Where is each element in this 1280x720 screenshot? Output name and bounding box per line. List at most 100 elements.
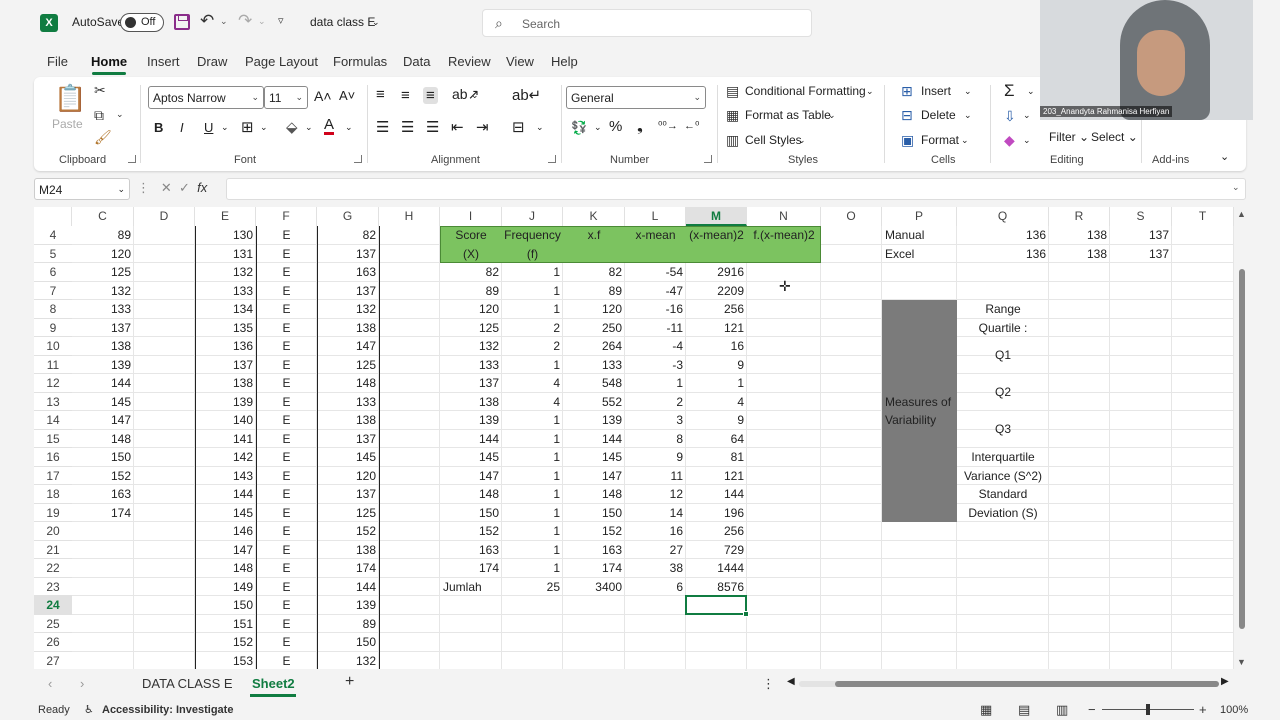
- table-cell[interactable]: 1: [625, 374, 686, 393]
- cell[interactable]: 138: [195, 374, 256, 393]
- table-cell[interactable]: 132: [440, 337, 502, 356]
- zoom-in-icon[interactable]: +: [1199, 702, 1207, 717]
- increase-indent-icon[interactable]: ⇥: [476, 118, 489, 136]
- fill-handle[interactable]: [743, 610, 749, 617]
- table-cell[interactable]: 1: [502, 430, 563, 449]
- column-header-l[interactable]: L: [625, 207, 686, 226]
- measures-item[interactable]: Variance (S^2): [957, 467, 1049, 486]
- cell-styles-button[interactable]: Cell Styles: [745, 133, 802, 147]
- scroll-left-icon[interactable]: ◀: [787, 676, 795, 687]
- cell[interactable]: 151: [195, 615, 256, 634]
- table-cell[interactable]: 9: [686, 411, 747, 430]
- table-cell[interactable]: 148: [440, 485, 502, 504]
- prev-sheet-icon[interactable]: ‹: [48, 676, 52, 691]
- cell[interactable]: 132: [72, 282, 134, 301]
- copy-icon[interactable]: ⧉: [94, 107, 104, 124]
- cell[interactable]: 125: [317, 356, 379, 375]
- font-size-select[interactable]: 11 ⌄: [264, 86, 308, 109]
- table-cell[interactable]: 144: [440, 430, 502, 449]
- table-cell[interactable]: 1: [502, 559, 563, 578]
- table-cell[interactable]: 125: [440, 319, 502, 338]
- summary-cell[interactable]: 136: [957, 226, 1049, 245]
- table-cell[interactable]: 4: [502, 374, 563, 393]
- table-cell[interactable]: -47: [625, 282, 686, 301]
- scroll-right-icon[interactable]: ▶: [1221, 676, 1229, 687]
- row-header-26[interactable]: 26: [34, 633, 72, 652]
- cell[interactable]: 142: [195, 448, 256, 467]
- cell[interactable]: 130: [195, 226, 256, 245]
- document-title-dropdown-icon[interactable]: ⌄: [372, 17, 380, 28]
- cell[interactable]: 152: [195, 633, 256, 652]
- italic-button[interactable]: I: [180, 120, 184, 135]
- next-sheet-icon[interactable]: ›: [80, 676, 84, 691]
- cell[interactable]: 143: [195, 467, 256, 486]
- measures-label[interactable]: Variability: [882, 411, 957, 430]
- cell[interactable]: E: [256, 356, 317, 375]
- header-x-mean-squared[interactable]: (x-mean)2: [686, 226, 747, 245]
- cell[interactable]: 132: [317, 652, 379, 670]
- decrease-font-icon[interactable]: A˅: [339, 88, 355, 103]
- redo-icon[interactable]: ↷: [238, 11, 252, 31]
- table-cell[interactable]: 133: [440, 356, 502, 375]
- row-header-22[interactable]: 22: [34, 559, 72, 578]
- undo-dropdown-icon[interactable]: ⌄: [220, 16, 228, 27]
- font-name-select[interactable]: Aptos Narrow ⌄: [148, 86, 264, 109]
- cell[interactable]: E: [256, 226, 317, 245]
- paste-icon[interactable]: 📋: [54, 83, 86, 114]
- row-header-8[interactable]: 8: [34, 300, 72, 319]
- table-cell[interactable]: 121: [686, 467, 747, 486]
- copy-dropdown-icon[interactable]: ⌄: [116, 109, 124, 120]
- cell[interactable]: 145: [72, 393, 134, 412]
- align-center-icon[interactable]: ☰: [401, 118, 414, 136]
- cell[interactable]: 139: [72, 356, 134, 375]
- underline-dropdown-icon[interactable]: ⌄: [221, 122, 229, 133]
- table-cell[interactable]: 16: [625, 522, 686, 541]
- cell[interactable]: 146: [195, 522, 256, 541]
- cell[interactable]: 148: [195, 559, 256, 578]
- measures-item[interactable]: Q3: [957, 420, 1049, 439]
- align-bottom-icon[interactable]: ≡: [423, 87, 438, 104]
- cell[interactable]: 132: [317, 300, 379, 319]
- header-frequency[interactable]: (f): [502, 245, 563, 264]
- table-cell[interactable]: 163: [440, 541, 502, 560]
- column-header-j[interactable]: J: [502, 207, 563, 226]
- table-cell[interactable]: 250: [563, 319, 625, 338]
- totals-cell[interactable]: 25: [502, 578, 563, 597]
- cell[interactable]: 139: [195, 393, 256, 412]
- cell[interactable]: 144: [72, 374, 134, 393]
- cell[interactable]: 147: [317, 337, 379, 356]
- clear-icon[interactable]: ◆: [1004, 132, 1015, 149]
- fill-color-dropdown-icon[interactable]: ⌄: [305, 122, 313, 133]
- cell[interactable]: 174: [72, 504, 134, 523]
- table-cell[interactable]: 163: [563, 541, 625, 560]
- table-cell[interactable]: 82: [440, 263, 502, 282]
- summary-cell[interactable]: 138: [1049, 226, 1110, 245]
- column-header-h[interactable]: H: [379, 207, 440, 226]
- table-cell[interactable]: 1: [686, 374, 747, 393]
- cell[interactable]: 82: [317, 226, 379, 245]
- delete-cells-button[interactable]: Delete: [921, 108, 956, 122]
- table-cell[interactable]: 145: [563, 448, 625, 467]
- measures-label[interactable]: Measures of: [882, 393, 957, 412]
- alignment-launcher-icon[interactable]: [548, 155, 556, 163]
- percent-icon[interactable]: %: [609, 118, 622, 135]
- cell[interactable]: 150: [317, 633, 379, 652]
- tab-draw[interactable]: Draw: [197, 54, 227, 69]
- expand-formula-icon[interactable]: ⌄: [1232, 182, 1240, 193]
- borders-dropdown-icon[interactable]: ⌄: [260, 122, 268, 133]
- number-format-select[interactable]: General ⌄: [566, 86, 706, 109]
- cell-styles-dropdown-icon[interactable]: ⌄: [798, 135, 806, 146]
- summary-cell[interactable]: 137: [1110, 245, 1172, 264]
- table-cell[interactable]: 147: [563, 467, 625, 486]
- cell[interactable]: 145: [195, 504, 256, 523]
- tab-page-layout[interactable]: Page Layout: [245, 54, 318, 69]
- wrap-text-icon[interactable]: ab↵: [512, 86, 541, 104]
- measures-item[interactable]: Quartile :: [957, 319, 1049, 338]
- merge-center-icon[interactable]: ⊟: [512, 118, 525, 136]
- cell[interactable]: E: [256, 337, 317, 356]
- table-cell[interactable]: 144: [563, 430, 625, 449]
- cell[interactable]: 144: [195, 485, 256, 504]
- summary-cell[interactable]: 138: [1049, 245, 1110, 264]
- cell[interactable]: 125: [72, 263, 134, 282]
- cell[interactable]: E: [256, 559, 317, 578]
